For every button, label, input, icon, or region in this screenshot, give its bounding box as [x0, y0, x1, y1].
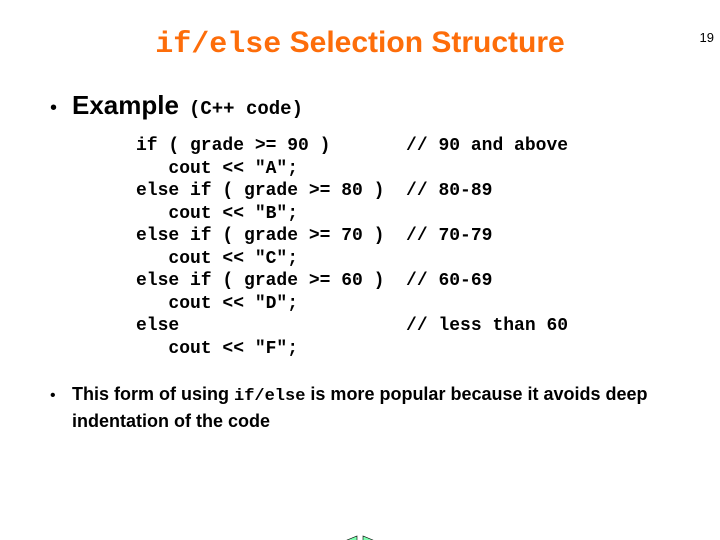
- bullet-dot-icon: •: [50, 385, 72, 407]
- prev-button[interactable]: [331, 534, 359, 540]
- slide-body: • Example (C++ code) if ( grade >= 90 ) …: [50, 90, 686, 433]
- explanation-pre: This form of using: [72, 384, 234, 404]
- nav-controls: [331, 534, 389, 540]
- bullet-explanation: • This form of using if/else is more pop…: [50, 382, 686, 433]
- title-rest: Selection Structure: [281, 26, 564, 59]
- example-label: Example: [72, 90, 179, 121]
- title-mono-part: if/else: [155, 28, 281, 62]
- code-block: if ( grade >= 90 ) // 90 and above cout …: [136, 135, 686, 360]
- next-button[interactable]: [361, 534, 389, 540]
- bullet-dot-icon: •: [50, 97, 72, 120]
- slide-title: if/else Selection Structure: [0, 26, 720, 62]
- example-sublabel: (C++ code): [189, 98, 303, 120]
- triangle-left-icon: [331, 534, 359, 540]
- bullet-example: • Example (C++ code): [50, 90, 686, 121]
- explanation-mono: if/else: [234, 387, 305, 406]
- triangle-right-icon: [361, 534, 389, 540]
- page-number: 19: [700, 30, 714, 45]
- explanation-text: This form of using if/else is more popul…: [72, 382, 686, 433]
